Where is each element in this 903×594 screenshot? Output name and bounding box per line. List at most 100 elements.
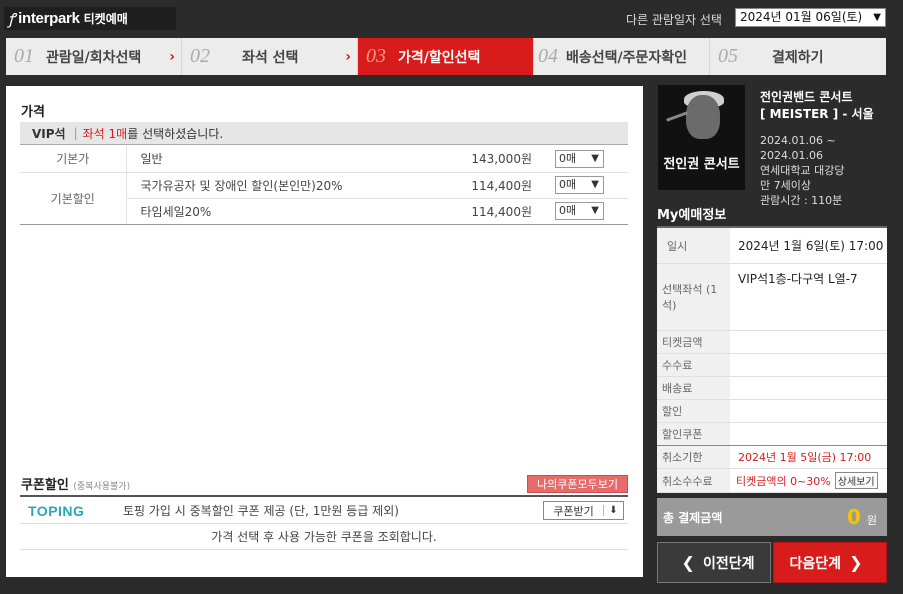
my-coupons-button[interactable]: 나의쿠폰모두보기	[527, 475, 628, 493]
price-panel: 가격 VIP석 | 좌석 1매 를 선택하셨습니다. 기본가 일반 143,00…	[6, 86, 643, 577]
selected-suffix: 를 선택하셨습니다.	[127, 126, 224, 141]
booking-row: 취소기한 2024년 1월 5일(금) 17:00	[657, 446, 887, 469]
booking-value	[730, 354, 887, 376]
toping-coupon-row: TOPING 토핑 가입 시 중복할인 쿠폰 제공 (단, 1만원 등급 제외)…	[20, 498, 628, 524]
cancel-fee: 티켓금액의 0~30% 상세보기	[730, 469, 887, 492]
total-payment: 총 결제금액 0 원	[657, 498, 887, 536]
quantity-select[interactable]: 0매 ▼	[555, 149, 604, 168]
toping-description: 토핑 가입 시 중복할인 쿠폰 제공 (단, 1만원 등급 제외)	[123, 504, 399, 518]
quantity-select[interactable]: 0매 ▼	[555, 202, 604, 220]
booking-row: 수수료	[657, 354, 887, 377]
seat-grade: VIP석	[32, 126, 66, 141]
chevron-right-icon: ›	[345, 48, 351, 65]
chevron-right-icon: ›	[169, 48, 175, 65]
step-number: 04	[538, 45, 558, 67]
booking-key: 티켓금액	[657, 331, 730, 353]
cancel-fee-text: 티켓금액의 0~30%	[736, 474, 831, 488]
price-section-title: 가격	[21, 105, 45, 120]
booking-value	[730, 331, 887, 353]
price-amount: 143,000원	[442, 146, 542, 173]
chevron-right-icon: ❯	[849, 553, 863, 572]
my-booking-title: My예매정보	[657, 208, 727, 223]
poster-title: 전인권 콘서트	[663, 157, 740, 172]
booking-row: 취소수수료 티켓금액의 0~30% 상세보기	[657, 469, 887, 493]
interpark-logo[interactable]: ꝭ interpark 티켓예매	[4, 7, 176, 30]
step-3[interactable]: 03 가격/할인선택	[358, 38, 534, 75]
chevron-down-icon: ▼	[591, 152, 599, 164]
coupon-title-text: 쿠폰할인	[21, 478, 69, 493]
step-4[interactable]: 04 배송선택/주문자확인	[534, 38, 710, 75]
performance-poster: 전인권 콘서트	[658, 85, 745, 190]
next-step-button[interactable]: 다음단계 ❯	[773, 542, 887, 583]
booking-key: 취소수수료	[657, 469, 730, 492]
seat-grade-bar: VIP석 | 좌석 1매 를 선택하셨습니다.	[20, 122, 628, 145]
step-label: 관람일/회차선택	[46, 49, 142, 66]
logo-text: interpark	[18, 10, 80, 27]
price-category: 기본가	[20, 146, 127, 173]
price-table: 기본가 일반 143,000원 0매 ▼ 기본할인 국가유공자 및 장애인 할인…	[20, 146, 628, 225]
toping-logo: TOPING	[28, 502, 85, 519]
booking-sidebar: 전인권 콘서트 전인권밴드 콘서트 [ MEISTER ] - 서울 2024.…	[651, 78, 903, 594]
price-row: 기본가 일반 143,000원 0매 ▼	[20, 146, 628, 173]
date-select[interactable]: 2024년 01월 06일(토) ▼	[735, 8, 886, 27]
step-label: 좌석 선택	[242, 49, 299, 66]
booking-key: 일시	[657, 228, 730, 263]
detail-button[interactable]: 상세보기	[834, 472, 878, 489]
date-select-label: 다른 관람일자 선택	[626, 13, 722, 27]
step-number: 02	[190, 45, 210, 67]
total-unit: 원	[866, 514, 877, 527]
performance-info: 2024.01.06 ~ 2024.01.06 연세대학교 대강당 만 7세이상…	[760, 133, 900, 208]
receive-coupon-label: 쿠폰받기	[553, 504, 594, 518]
booking-key: 취소기한	[657, 446, 730, 468]
booking-key: 선택좌석 (1석)	[657, 264, 730, 330]
performance-title: 전인권밴드 콘서트 [ MEISTER ] - 서울	[760, 89, 900, 123]
booking-value	[730, 400, 887, 422]
performance-age: 만 7세이상	[760, 179, 811, 192]
booking-value	[730, 377, 887, 399]
coupon-info: 가격 선택 후 사용 가능한 쿠폰을 조회합니다.	[20, 524, 628, 550]
step-5[interactable]: 05 결제하기	[710, 38, 886, 75]
step-number: 01	[14, 45, 34, 67]
booking-row: 티켓금액	[657, 331, 887, 354]
date-select-value: 2024년 01월 06일(토)	[740, 10, 863, 24]
chevron-left-icon: ❮	[681, 553, 695, 572]
prev-step-label: 이전단계	[702, 555, 755, 572]
receive-coupon-button[interactable]: 쿠폰받기 ⬇	[543, 501, 624, 520]
booking-value	[730, 423, 887, 445]
quantity-value: 0매	[559, 204, 577, 217]
logo-sub: 티켓예매	[83, 12, 128, 26]
performance-period: 2024.01.06 ~ 2024.01.06	[760, 134, 836, 162]
step-label: 가격/할인선택	[398, 49, 481, 66]
price-name: 타임세일20%	[126, 198, 442, 225]
booking-row: 배송료	[657, 377, 887, 400]
booking-row: 일시 2024년 1월 6일(토) 17:00	[657, 226, 887, 264]
step-1[interactable]: 01 관람일/회차선택 ›	[6, 38, 182, 75]
booking-key: 배송료	[657, 377, 730, 399]
performance-title-line2: [ MEISTER ] - 서울	[760, 107, 874, 121]
total-amount: 0	[846, 505, 861, 529]
step-2[interactable]: 02 좌석 선택 ›	[182, 38, 358, 75]
total-label: 총 결제금액	[663, 510, 723, 525]
booking-row: 할인쿠폰	[657, 423, 887, 446]
step-label: 결제하기	[772, 49, 824, 66]
price-amount: 114,400원	[442, 198, 542, 225]
booking-value: VIP석1층-다구역 L열-7	[738, 272, 858, 286]
booking-key: 할인쿠폰	[657, 423, 730, 445]
chevron-down-icon: ▼	[873, 12, 881, 23]
download-icon: ⬇	[603, 505, 623, 516]
step-number: 03	[366, 45, 386, 67]
quantity-value: 0매	[559, 178, 577, 191]
price-category: 기본할인	[20, 172, 127, 225]
step-label: 배송선택/주문자확인	[566, 49, 688, 66]
quantity-select[interactable]: 0매 ▼	[555, 176, 604, 194]
chevron-down-icon: ▼	[591, 205, 599, 216]
prev-step-button[interactable]: ❮ 이전단계	[657, 542, 771, 583]
top-bar: ꝭ interpark 티켓예매 다른 관람일자 선택 2024년 01월 06…	[0, 0, 903, 36]
coupon-note-small: (중복사용불가)	[73, 482, 131, 492]
booking-row: 할인	[657, 400, 887, 423]
performance-title-line1: 전인권밴드 콘서트	[760, 90, 853, 104]
booking-key: 할인	[657, 400, 730, 422]
my-booking-table: 일시 2024년 1월 6일(토) 17:00 선택좌석 (1석) VIP석1층…	[657, 226, 887, 493]
next-step-label: 다음단계	[789, 555, 842, 572]
step-number: 05	[718, 45, 738, 67]
